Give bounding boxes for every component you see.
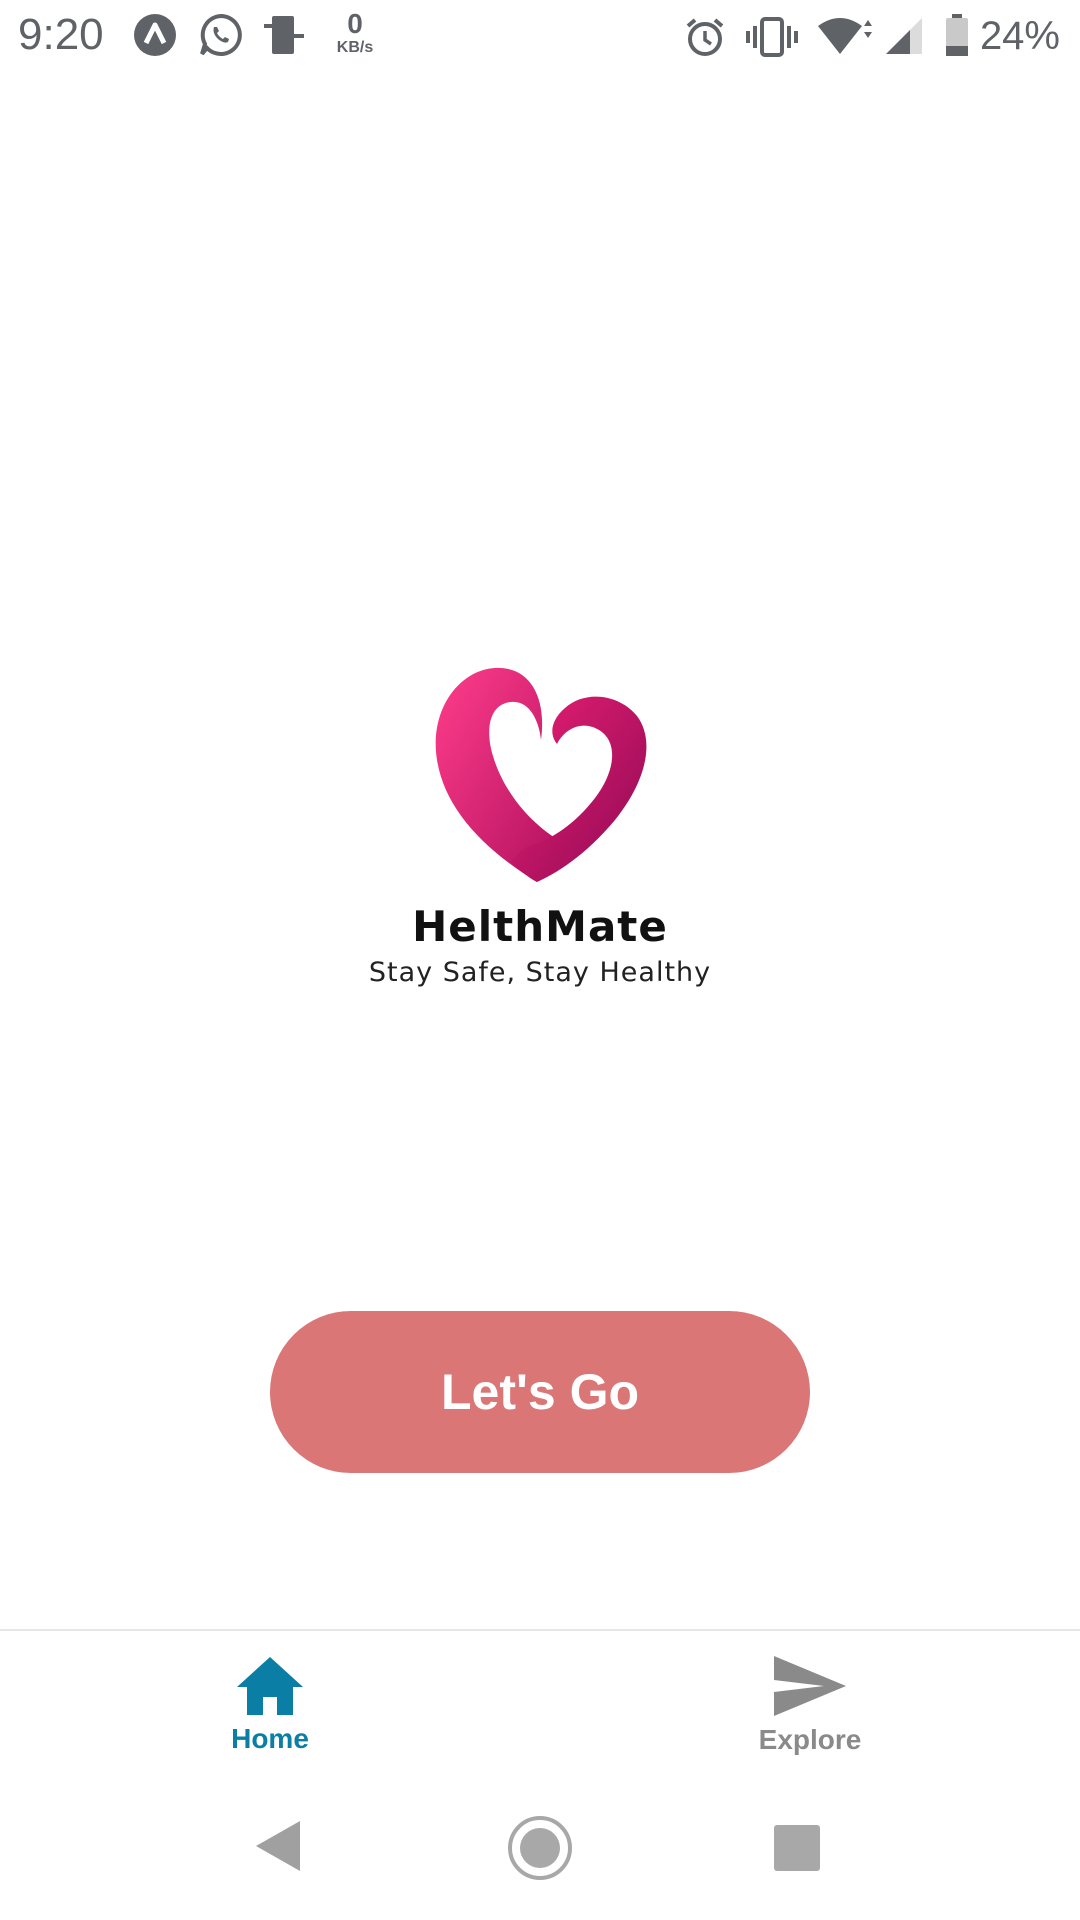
app-notification-icon (134, 14, 176, 56)
status-time: 9:20 (18, 10, 104, 59)
signal-icon (886, 18, 922, 54)
brand-block: HelthMate Stay Safe, Stay Healthy (0, 660, 1080, 988)
back-icon[interactable] (254, 1819, 302, 1873)
nav-label-home: Home (231, 1723, 309, 1754)
nav-label-explore: Explore (758, 1724, 862, 1755)
lets-go-button[interactable]: Let's Go (270, 1311, 810, 1473)
home-circle-icon[interactable] (506, 1814, 574, 1882)
home-icon (237, 1657, 303, 1715)
net-speed-value: 0 (347, 8, 363, 39)
net-speed-unit: KB/s (336, 39, 374, 56)
whatsapp-icon (200, 13, 242, 56)
alarm-icon (686, 18, 724, 56)
send-icon (774, 1656, 846, 1716)
wifi-icon (818, 18, 872, 54)
app-tagline: Stay Safe, Stay Healthy (368, 957, 712, 988)
screen-cast-icon (264, 16, 304, 54)
nav-item-home[interactable]: Home (0, 1631, 540, 1779)
bottom-nav: Home Explore (0, 1629, 1080, 1781)
heart-logo (435, 667, 647, 882)
vibrate-icon (746, 17, 798, 57)
splash-screen: 9:20 0 KB/s 24% HelthMate Stay Safe, Sta… (0, 0, 1080, 1920)
nav-item-explore[interactable]: Explore (540, 1631, 1080, 1779)
system-nav-bar (0, 1779, 1080, 1920)
net-speed: 0 KB/s (330, 10, 380, 56)
battery-percent: 24% (979, 14, 1060, 58)
status-bar: 9:20 0 KB/s 24% (0, 0, 1080, 76)
recents-icon[interactable] (774, 1825, 820, 1871)
battery-icon (946, 14, 968, 56)
app-name: HelthMate (412, 902, 668, 951)
